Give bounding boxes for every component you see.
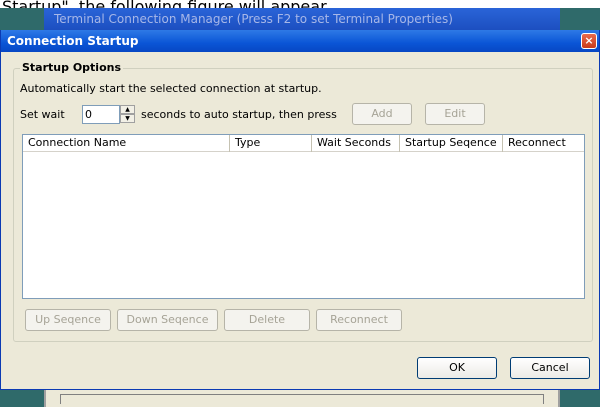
down-sequence-button[interactable]: Down Seqence xyxy=(117,309,218,331)
background-window-panel xyxy=(44,390,560,407)
list-header: Connection Name Type Wait Seconds Startu… xyxy=(23,135,584,152)
reconnect-button[interactable]: Reconnect xyxy=(316,309,402,331)
up-sequence-button[interactable]: Up Seqence xyxy=(25,309,111,331)
wait-seconds-input[interactable]: 0 xyxy=(82,105,120,124)
column-startup-sequence[interactable]: Startup Seqence xyxy=(400,135,503,152)
column-connection-name[interactable]: Connection Name xyxy=(23,135,230,152)
wait-suffix-label: seconds to auto startup, then press xyxy=(141,108,337,121)
delete-button[interactable]: Delete xyxy=(224,309,310,331)
cancel-button[interactable]: Cancel xyxy=(510,357,590,379)
column-type[interactable]: Type xyxy=(230,135,312,152)
spin-up-icon[interactable]: ▲ xyxy=(120,105,135,114)
wait-label: Set wait xyxy=(20,108,65,121)
group-title: Startup Options xyxy=(20,61,124,74)
spin-down-icon[interactable]: ▼ xyxy=(120,114,135,123)
ok-button[interactable]: OK xyxy=(417,357,497,379)
wait-row: Set wait 0 ▲ ▼ seconds to auto startup, … xyxy=(20,103,590,125)
dialog-title: Connection Startup xyxy=(7,34,139,48)
connection-startup-dialog: Connection Startup × Startup Options Aut… xyxy=(0,30,600,390)
close-icon[interactable]: × xyxy=(581,33,597,49)
startup-options-group: Startup Options Automatically start the … xyxy=(13,61,593,342)
startup-description: Automatically start the selected connect… xyxy=(20,82,322,95)
connection-list[interactable]: Connection Name Type Wait Seconds Startu… xyxy=(22,134,585,299)
column-reconnect[interactable]: Reconnect xyxy=(503,135,584,152)
column-wait-seconds[interactable]: Wait Seconds xyxy=(312,135,400,152)
background-window-title: Terminal Connection Manager (Press F2 to… xyxy=(44,8,560,30)
add-button[interactable]: Add xyxy=(352,103,412,125)
edit-button[interactable]: Edit xyxy=(425,103,485,125)
dialog-titlebar[interactable]: Connection Startup × xyxy=(1,30,599,52)
wait-stepper[interactable]: ▲ ▼ xyxy=(120,105,135,124)
